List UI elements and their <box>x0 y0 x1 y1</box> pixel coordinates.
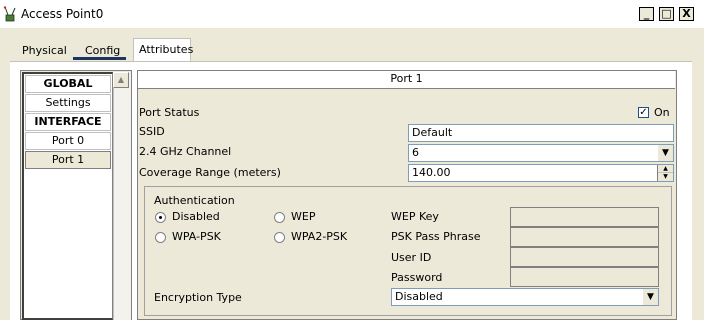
encryption-type-value: Disabled <box>395 290 443 303</box>
tab-config[interactable]: Config <box>85 43 120 63</box>
channel-select[interactable]: 6 ▼ <box>408 144 674 162</box>
panel-title: Port 1 <box>138 71 675 89</box>
channel-label: 2.4 GHz Channel <box>139 145 232 158</box>
access-point-icon <box>3 6 16 22</box>
port-status-checkbox[interactable]: ✓ <box>638 107 649 118</box>
radio-disabled-label: Disabled <box>172 210 220 223</box>
active-tab-indicator <box>73 57 126 60</box>
scroll-up-icon[interactable]: ▲ <box>113 72 129 88</box>
maximize-button[interactable]: □ <box>659 7 674 21</box>
user-id-label: User ID <box>391 251 432 264</box>
chevron-down-icon[interactable]: ▼ <box>657 145 673 161</box>
user-id-input[interactable] <box>510 247 659 267</box>
password-input[interactable] <box>510 267 659 287</box>
spin-down-icon[interactable]: ▼ <box>658 173 673 181</box>
encryption-type-select[interactable]: Disabled ▼ <box>391 288 659 306</box>
channel-value: 6 <box>412 146 419 159</box>
psk-pass-phrase-input[interactable] <box>510 227 659 247</box>
sidebar-item-settings[interactable]: Settings <box>25 94 111 112</box>
chevron-down-icon[interactable]: ▼ <box>642 289 658 305</box>
port-status-on-label: On <box>654 106 670 119</box>
title-bar[interactable] <box>0 0 704 28</box>
minimize-button[interactable]: _ <box>639 7 654 21</box>
spinner-control[interactable]: ▲ ▼ <box>657 165 673 181</box>
radio-wep[interactable] <box>274 212 285 223</box>
sidebar-item-interface[interactable]: INTERFACE <box>25 113 111 131</box>
coverage-label: Coverage Range (meters) <box>139 166 281 179</box>
sidebar-item-port-0[interactable]: Port 0 <box>25 132 111 150</box>
spin-up-icon[interactable]: ▲ <box>658 165 673 173</box>
sidebar-scrollbar[interactable] <box>113 72 131 320</box>
tab-physical[interactable]: Physical <box>22 43 67 63</box>
password-label: Password <box>391 271 443 284</box>
port-status-label: Port Status <box>139 106 200 119</box>
wep-key-input[interactable] <box>510 207 659 227</box>
coverage-stepper[interactable]: 140.00 ▲ ▼ <box>408 164 674 182</box>
authentication-title: Authentication <box>154 194 235 207</box>
psk-pass-phrase-label: PSK Pass Phrase <box>391 230 481 243</box>
sidebar-item-port-1[interactable]: Port 1 <box>25 151 111 169</box>
radio-disabled[interactable] <box>155 212 166 223</box>
radio-wpa2-psk[interactable] <box>274 232 285 243</box>
ssid-input[interactable]: Default <box>408 124 674 142</box>
radio-wpa2-psk-label: WPA2-PSK <box>291 230 348 243</box>
encryption-type-label: Encryption Type <box>154 291 242 304</box>
tab-attributes[interactable]: Attributes <box>133 38 193 62</box>
radio-wpa-psk[interactable] <box>155 232 166 243</box>
wep-key-label: WEP Key <box>391 210 439 223</box>
ssid-label: SSID <box>139 125 165 138</box>
sidebar-item-global[interactable]: GLOBAL <box>25 75 111 93</box>
close-button[interactable]: X <box>679 7 694 21</box>
radio-wpa-psk-label: WPA-PSK <box>172 230 221 243</box>
coverage-value: 140.00 <box>412 166 451 179</box>
radio-wep-label: WEP <box>291 210 316 223</box>
window-title: Access Point0 <box>21 7 104 21</box>
